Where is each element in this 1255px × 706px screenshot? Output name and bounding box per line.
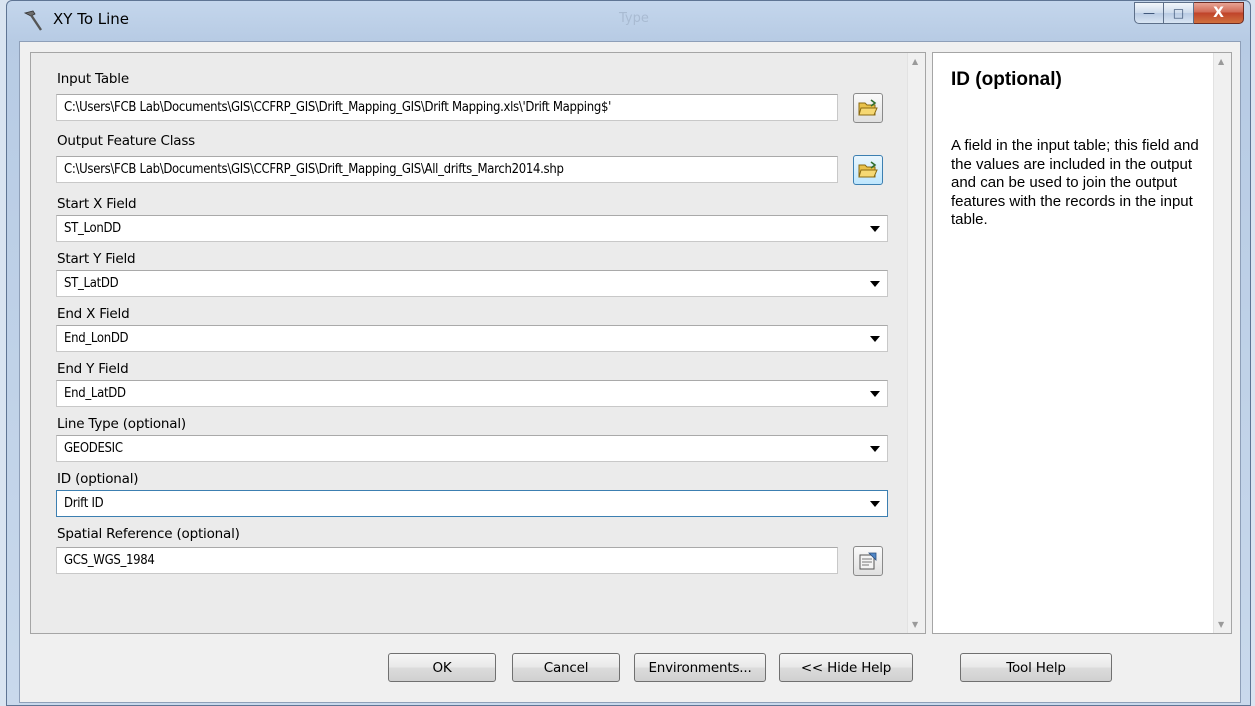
end-y-field-combo[interactable]: End_LatDD (56, 380, 888, 407)
id-value: Drift ID (64, 496, 104, 511)
maximize-icon: □ (1172, 6, 1185, 20)
dropdown-arrow-icon[interactable] (870, 281, 880, 287)
scroll-down-icon[interactable]: ▼ (912, 620, 918, 629)
output-feature-class-label: Output Feature Class (57, 133, 196, 149)
scroll-up-icon[interactable]: ▲ (1218, 57, 1224, 66)
end-x-field-combo[interactable]: End_LonDD (56, 325, 888, 352)
id-combo[interactable]: Drift ID (56, 490, 888, 517)
end-y-field-label: End Y Field (57, 361, 129, 377)
maximize-button[interactable]: □ (1164, 2, 1194, 24)
window-title: XY To Line (53, 10, 130, 28)
dropdown-arrow-icon[interactable] (870, 391, 880, 397)
input-table-label: Input Table (57, 71, 129, 87)
spatial-reference-label: Spatial Reference (optional) (57, 526, 240, 542)
close-icon: X (1213, 5, 1224, 21)
open-folder-icon (858, 161, 878, 178)
start-y-field-value: ST_LatDD (64, 276, 119, 291)
tool-dialog-window: XY To Line Type — □ X Input Table C:\Use… (6, 0, 1251, 706)
close-button[interactable]: X (1194, 2, 1244, 24)
dropdown-arrow-icon[interactable] (870, 336, 880, 342)
start-y-field-combo[interactable]: ST_LatDD (56, 270, 888, 297)
end-x-field-label: End X Field (57, 306, 130, 322)
input-table-field[interactable]: C:\Users\FCB Lab\Documents\GIS\CCFRP_GIS… (56, 94, 838, 121)
line-type-label: Line Type (optional) (57, 416, 186, 432)
hammer-icon (23, 10, 42, 31)
dropdown-arrow-icon[interactable] (870, 501, 880, 507)
output-feature-class-field[interactable]: C:\Users\FCB Lab\Documents\GIS\CCFRP_GIS… (56, 156, 838, 183)
start-x-field-value: ST_LonDD (64, 221, 121, 236)
spatial-reference-properties-button[interactable] (853, 546, 883, 576)
dialog-client-area: Input Table C:\Users\FCB Lab\Documents\G… (19, 41, 1241, 703)
cancel-button[interactable]: Cancel (512, 653, 620, 682)
scroll-up-icon[interactable]: ▲ (912, 57, 918, 66)
output-feature-class-browse-button[interactable] (853, 155, 883, 185)
parameters-pane: Input Table C:\Users\FCB Lab\Documents\G… (30, 52, 926, 634)
end-x-field-value: End_LonDD (64, 331, 129, 346)
line-type-value: GEODESIC (64, 441, 123, 456)
parameters-scrollbar[interactable]: ▲ ▼ (907, 53, 925, 633)
minimize-icon: — (1143, 6, 1155, 20)
dropdown-arrow-icon[interactable] (870, 446, 880, 452)
help-pane: ID (optional) A field in the input table… (932, 52, 1232, 634)
tool-help-button[interactable]: Tool Help (960, 653, 1112, 682)
window-controls: — □ X (1134, 2, 1244, 24)
help-title: ID (optional) (951, 69, 1062, 90)
start-y-field-label: Start Y Field (57, 251, 136, 267)
dropdown-arrow-icon[interactable] (870, 226, 880, 232)
start-x-field-label: Start X Field (57, 196, 137, 212)
minimize-button[interactable]: — (1134, 2, 1164, 24)
start-x-field-combo[interactable]: ST_LonDD (56, 215, 888, 242)
properties-icon (859, 552, 877, 570)
environments-button[interactable]: Environments... (634, 653, 766, 682)
id-label: ID (optional) (57, 471, 139, 487)
ok-button[interactable]: OK (388, 653, 496, 682)
title-bar[interactable]: XY To Line Type — □ X (7, 1, 1250, 39)
input-table-browse-button[interactable] (853, 93, 883, 123)
scroll-down-icon[interactable]: ▼ (1218, 620, 1224, 629)
open-folder-icon (858, 99, 878, 116)
help-scrollbar[interactable]: ▲ ▼ (1213, 53, 1231, 633)
end-y-field-value: End_LatDD (64, 386, 126, 401)
faded-caption: Type (619, 11, 649, 26)
spatial-reference-field[interactable]: GCS_WGS_1984 (56, 547, 838, 574)
line-type-combo[interactable]: GEODESIC (56, 435, 888, 462)
hide-help-button[interactable]: << Hide Help (779, 653, 913, 682)
help-description: A field in the input table; this field a… (951, 137, 1199, 228)
